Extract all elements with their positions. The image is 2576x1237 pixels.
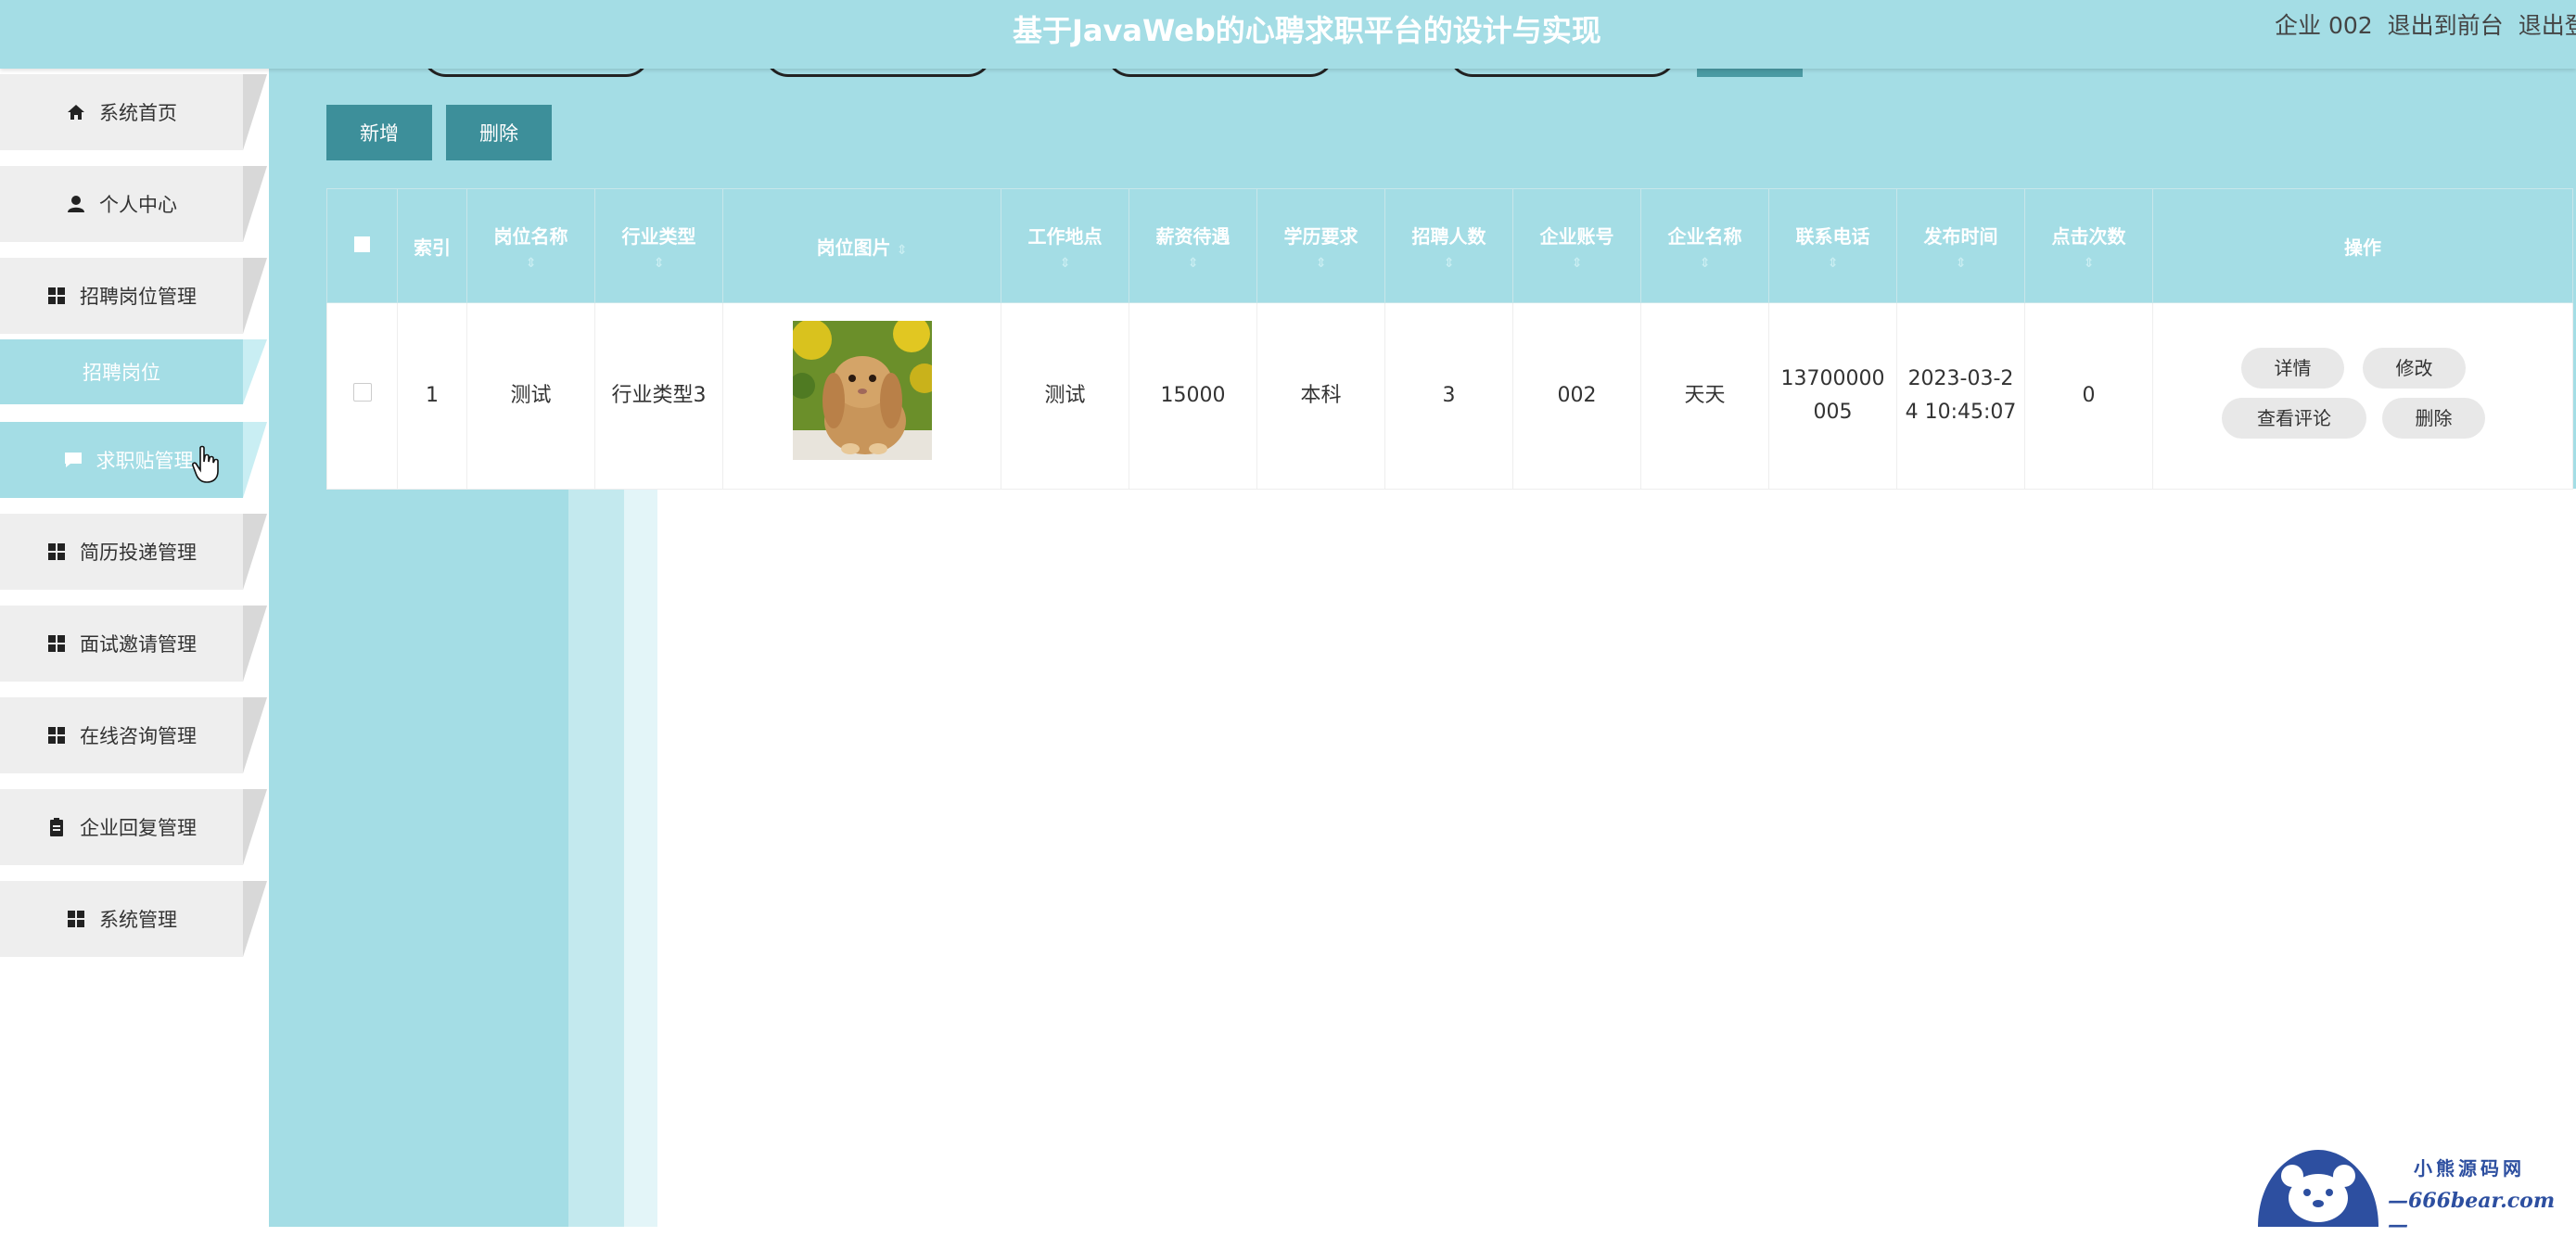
select-all-checkbox[interactable] <box>354 236 370 252</box>
chat-icon <box>64 453 82 467</box>
sidebar-item-system[interactable]: 系统管理 <box>0 881 267 957</box>
cell-clicks: 0 <box>2024 302 2153 490</box>
column-header[interactable]: 企业名称 ⇕ <box>1640 188 1769 303</box>
home-icon <box>68 105 84 120</box>
user-name: 企业 002 <box>2275 12 2373 39</box>
search-button[interactable] <box>1697 69 1803 77</box>
go-front-link[interactable]: 退出到前台 <box>2388 12 2504 39</box>
table-row: 1 测试 行业类型3 测试 15000 本科 3 002 天天 13700000… <box>326 302 2573 490</box>
sidebar-item-label: 求职贴管理 <box>96 450 194 472</box>
user-icon <box>68 196 84 212</box>
column-header: 操作 <box>2152 188 2573 303</box>
top-header: 基于JavaWeb的心聘求职平台的设计与实现 企业 002 退出到前台退出登录 <box>0 0 2576 69</box>
cell-education: 本科 <box>1256 302 1385 490</box>
column-header: 索引 <box>397 188 467 303</box>
delete-row-button[interactable]: 删除 <box>2382 398 2485 439</box>
column-header[interactable]: 学历要求 ⇕ <box>1256 188 1385 303</box>
content-background-left <box>269 489 568 1227</box>
job-image-rabbit[interactable] <box>792 321 932 460</box>
row-select-cell[interactable] <box>326 302 398 490</box>
cell-actions: 详情 修改 查看评论 删除 <box>2152 302 2573 490</box>
cell-publish-time: 2023-03-2 4 10:45:07 <box>1896 302 2025 490</box>
column-header[interactable]: 点击次数 ⇕ <box>2024 188 2153 303</box>
sort-icon[interactable]: ⇕ <box>1641 256 1768 271</box>
sort-icon[interactable]: ⇕ <box>1897 256 2024 271</box>
sort-icon[interactable]: ⇕ <box>1769 256 1896 271</box>
cell-hire-count: 3 <box>1384 302 1513 490</box>
column-header[interactable]: 联系电话 ⇕ <box>1768 188 1897 303</box>
sidebar-subitem-jobs[interactable]: 招聘岗位 <box>0 339 267 404</box>
sidebar-item-resume[interactable]: 简历投递管理 <box>0 514 267 590</box>
column-header[interactable]: 岗位名称 ⇕ <box>466 188 595 303</box>
sidebar-item-reply[interactable]: 企业回复管理 <box>0 789 267 865</box>
cell-job-name: 测试 <box>466 302 595 490</box>
sort-icon[interactable]: ⇕ <box>1513 256 1640 271</box>
grid-icon <box>48 727 65 744</box>
watermark-logo: 小熊源码网 —666bear.com— <box>2253 1141 2573 1237</box>
sort-icon[interactable]: ⇕ <box>1257 256 1384 271</box>
sidebar-item-label: 系统管理 <box>99 909 177 931</box>
sidebar-item-label: 系统首页 <box>99 102 177 124</box>
column-header[interactable]: 行业类型 ⇕ <box>594 188 723 303</box>
sidebar-item-home[interactable]: 系统首页 <box>0 74 267 150</box>
column-header[interactable]: 企业账号 ⇕ <box>1512 188 1641 303</box>
cell-salary: 15000 <box>1129 302 1257 490</box>
cell-location: 测试 <box>1001 302 1129 490</box>
view-comments-button[interactable]: 查看评论 <box>2222 398 2366 439</box>
grid-icon <box>48 635 65 652</box>
watermark-url: —666bear.com— <box>2388 1189 2556 1237</box>
sidebar-item-label: 在线咨询管理 <box>80 725 197 747</box>
sidebar: 系统首页 个人中心 招聘岗位管理 招聘岗位 求职贴管理 简历投递管理 面试邀请管… <box>0 69 269 1227</box>
sort-icon[interactable]: ⇕ <box>897 243 908 258</box>
sidebar-item-profile[interactable]: 个人中心 <box>0 166 267 242</box>
grid-icon <box>68 911 84 927</box>
column-header[interactable]: 招聘人数 ⇕ <box>1384 188 1513 303</box>
sidebar-item-label: 简历投递管理 <box>80 542 197 564</box>
sidebar-item-label: 个人中心 <box>99 194 177 216</box>
sidebar-item-job-management[interactable]: 招聘岗位管理 <box>0 258 267 334</box>
grid-icon <box>48 287 65 304</box>
column-header[interactable]: 薪资待遇 ⇕ <box>1129 188 1257 303</box>
sidebar-item-label: 招聘岗位 <box>83 362 160 384</box>
column-header[interactable]: 岗位图片 ⇕ <box>722 188 1001 303</box>
sidebar-item-consult[interactable]: 在线咨询管理 <box>0 697 267 773</box>
sort-icon[interactable]: ⇕ <box>467 256 594 271</box>
bear-logo-icon <box>2258 1150 2378 1227</box>
column-header[interactable]: 工作地点 ⇕ <box>1001 188 1129 303</box>
cell-index: 1 <box>397 302 467 490</box>
grid-icon <box>48 543 65 560</box>
edit-button[interactable]: 修改 <box>2363 348 2466 389</box>
decor-strip <box>568 489 624 1227</box>
header-user-area: 企业 002 退出到前台退出登录 <box>2275 7 2576 41</box>
sort-icon[interactable]: ⇕ <box>1001 256 1129 271</box>
cell-account: 002 <box>1512 302 1641 490</box>
cell-job-image <box>722 302 1001 490</box>
decor-strip <box>624 489 657 1227</box>
job-table: 索引 岗位名称 ⇕ 行业类型 ⇕ 岗位图片 ⇕ 工作地点 ⇕ 薪资待遇 ⇕ 学历要求 ⇕ 招… <box>326 188 2573 490</box>
action-group: 详情 修改 查看评论 删除 <box>2153 303 2572 489</box>
clipboard-icon <box>50 818 63 836</box>
column-header[interactable]: 发布时间 ⇕ <box>1896 188 2025 303</box>
sort-icon[interactable]: ⇕ <box>2025 256 2152 271</box>
cell-industry: 行业类型3 <box>594 302 723 490</box>
detail-button[interactable]: 详情 <box>2241 348 2344 389</box>
logout-link[interactable]: 退出登录 <box>2519 12 2576 39</box>
watermark-title: 小熊源码网 <box>2414 1157 2525 1180</box>
add-button[interactable]: 新增 <box>326 105 432 160</box>
hand-cursor-icon <box>192 445 219 483</box>
cell-company: 天天 <box>1640 302 1769 490</box>
row-checkbox[interactable] <box>352 383 372 402</box>
cell-phone: 13700000 005 <box>1768 302 1897 490</box>
sort-icon[interactable]: ⇕ <box>1129 256 1256 271</box>
sidebar-item-label: 面试邀请管理 <box>80 633 197 656</box>
sidebar-item-interview[interactable]: 面试邀请管理 <box>0 606 267 682</box>
sidebar-item-label: 招聘岗位管理 <box>80 286 197 308</box>
sort-icon[interactable]: ⇕ <box>595 256 722 271</box>
select-all-header[interactable] <box>326 188 398 303</box>
delete-selected-button[interactable]: 删除 <box>446 105 552 160</box>
table-header-row: 索引 岗位名称 ⇕ 行业类型 ⇕ 岗位图片 ⇕ 工作地点 ⇕ 薪资待遇 ⇕ 学历要求 ⇕ 招… <box>326 188 2573 303</box>
sort-icon[interactable]: ⇕ <box>1385 256 1512 271</box>
page-title: 基于JavaWeb的心聘求职平台的设计与实现 <box>1013 13 1601 48</box>
sidebar-item-label: 企业回复管理 <box>80 817 197 839</box>
